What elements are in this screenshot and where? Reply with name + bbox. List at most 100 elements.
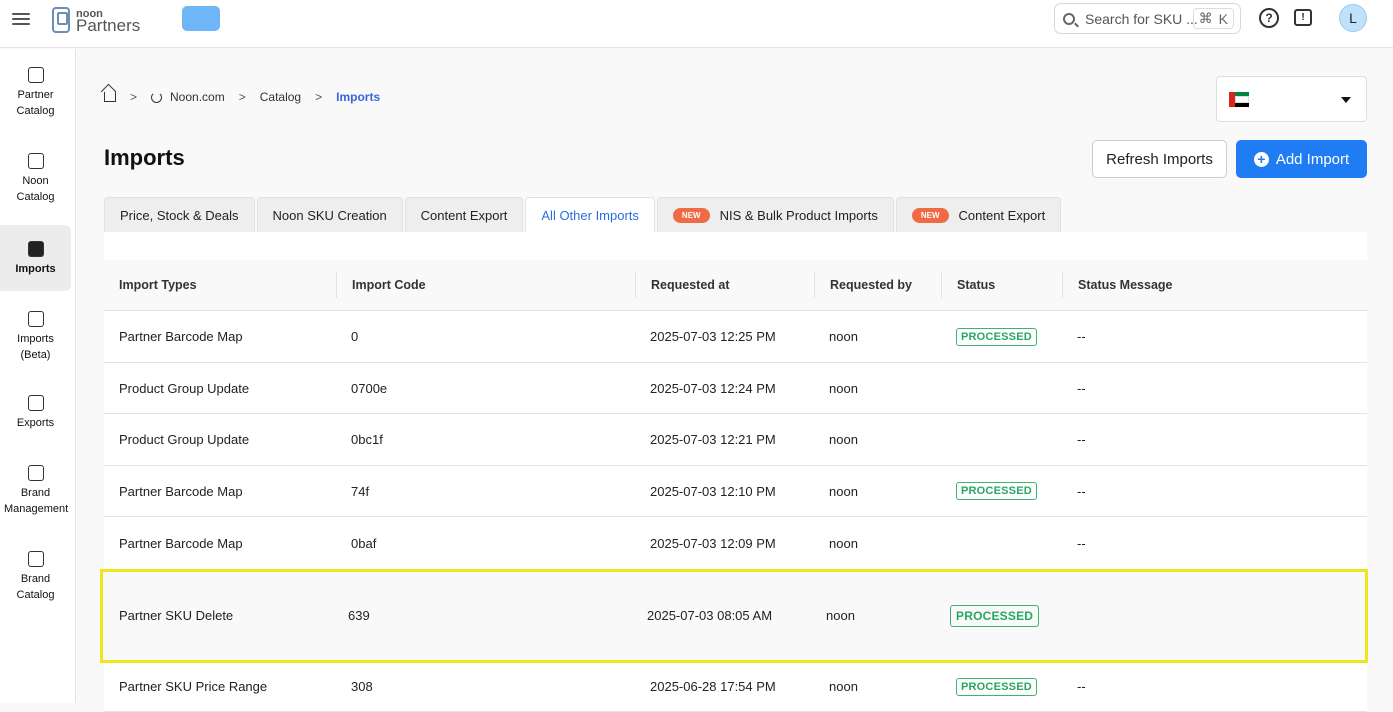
tab-nis-bulk-product-imports[interactable]: NEW NIS & Bulk Product Imports: [656, 197, 894, 232]
import-icon: [27, 241, 44, 257]
new-badge: NEW: [911, 207, 949, 223]
tab-content-export[interactable]: Content Export: [404, 197, 524, 232]
tab-label: All Other Imports: [541, 207, 639, 223]
tab-label: Price, Stock & Deals: [120, 207, 239, 223]
sidebar-item-label: Brand Catalog: [16, 573, 55, 601]
search-placeholder: Search for SKU ...: [1085, 10, 1198, 27]
table-row[interactable]: Partner Barcode Map 0 2025-07-03 12:25 P…: [104, 311, 1367, 363]
status-message-cell: --: [1077, 329, 1086, 344]
tab-content-export-new[interactable]: NEW Content Export: [895, 197, 1062, 232]
sidebar-item-brand-catalog[interactable]: Brand Catalog: [0, 551, 71, 607]
add-import-label: Add Import: [1275, 150, 1350, 168]
import-code-cell[interactable]: 639: [333, 608, 632, 623]
status-message-cell: --: [1077, 483, 1086, 499]
hamburger-menu-icon[interactable]: [12, 10, 30, 28]
table-row[interactable]: Product Group Update 0bc1f 2025-07-03 12…: [104, 414, 1367, 466]
tab-panel-header: [104, 232, 1367, 260]
search-shortcut: ⌘ K: [1192, 8, 1234, 29]
requested-by-cell: noon: [829, 535, 858, 551]
sidebar-item-noon-catalog[interactable]: Noon Catalog: [0, 153, 71, 209]
table-row-highlighted[interactable]: Partner SKU Delete 639 2025-07-03 08:05 …: [100, 569, 1368, 663]
breadcrumb: > Noon.com > Catalog > Imports: [104, 90, 380, 104]
import-code-cell[interactable]: 0700e: [336, 381, 635, 396]
top-bar: noon Partners Search for SKU ... ⌘ K ? !…: [0, 0, 1393, 48]
loading-spinner-icon: [151, 91, 163, 103]
plus-circle-icon: +: [1253, 151, 1269, 167]
requested-at-cell: 2025-07-03 12:10 PM: [650, 483, 776, 499]
status-cell: PROCESSED: [941, 677, 1062, 696]
column-header: Status: [941, 272, 1062, 298]
import-code-cell[interactable]: 0: [336, 329, 635, 344]
requested-at-cell: 2025-07-03 08:05 AM: [647, 608, 773, 623]
sidebar-item-label: Brand Management: [4, 487, 69, 515]
sidebar-item-imports-beta[interactable]: Imports (Beta): [0, 311, 71, 367]
status-cell: PROCESSED: [941, 327, 1062, 346]
status-message-cell: --: [1077, 432, 1086, 447]
logo-big-text: Partners: [76, 16, 141, 35]
table-row[interactable]: Partner SKU Price Range 308 2025-06-28 1…: [104, 662, 1367, 712]
requested-by-cell: noon: [829, 483, 858, 499]
refresh-imports-button[interactable]: Refresh Imports: [1092, 140, 1227, 178]
environment-pill[interactable]: [182, 6, 220, 31]
requested-by-cell: noon: [829, 329, 858, 344]
import-type-cell: Product Group Update: [119, 380, 250, 396]
sidebar-item-partner-catalog[interactable]: Partner Catalog: [0, 67, 71, 123]
country-select[interactable]: [1216, 76, 1367, 122]
breadcrumb-section[interactable]: Catalog: [260, 90, 301, 104]
noon-catalog-icon: [27, 153, 44, 169]
table-row[interactable]: Product Group Update 0700e 2025-07-03 12…: [104, 363, 1367, 414]
sidebar: Partner Catalog Noon Catalog Imports Imp…: [0, 49, 76, 703]
breadcrumb-current: Imports: [336, 90, 381, 104]
requested-by-cell: noon: [826, 608, 855, 623]
table-row[interactable]: Partner Barcode Map 0baf 2025-07-03 12:0…: [104, 517, 1367, 570]
requested-by-cell: noon: [829, 380, 858, 396]
chevron-right-icon: >: [238, 90, 246, 104]
status-badge: PROCESSED: [956, 327, 1037, 346]
tab-price-stock-deals[interactable]: Price, Stock & Deals: [104, 197, 255, 232]
sidebar-item-imports[interactable]: Imports: [0, 225, 71, 291]
logo-mark-icon: [52, 7, 70, 33]
add-import-button[interactable]: + Add Import: [1236, 140, 1367, 178]
requested-by-cell: noon: [829, 432, 858, 447]
sidebar-item-label: Imports (Beta): [17, 333, 54, 361]
feedback-icon[interactable]: !: [1294, 9, 1312, 26]
import-code-cell[interactable]: 308: [336, 679, 635, 694]
tab-label: Content Export: [958, 207, 1046, 223]
requested-at-cell: 2025-07-03 12:24 PM: [650, 380, 776, 396]
status-badge: PROCESSED: [956, 482, 1037, 500]
requested-at-cell: 2025-07-03 12:09 PM: [650, 535, 776, 551]
column-header: Status Message: [1062, 272, 1367, 298]
status-badge: PROCESSED: [950, 604, 1040, 627]
table-row[interactable]: Partner Barcode Map 74f 2025-07-03 12:10…: [104, 466, 1367, 517]
breadcrumb-site[interactable]: Noon.com: [170, 90, 225, 104]
home-icon[interactable]: [104, 92, 116, 102]
status-cell: PROCESSED: [938, 604, 1059, 627]
import-type-cell: Partner Barcode Map: [119, 329, 243, 344]
status-message-cell: --: [1077, 679, 1086, 694]
import-beta-icon: [27, 311, 44, 327]
uae-flag-icon: [1229, 92, 1249, 107]
search-bar[interactable]: Search for SKU ... ⌘ K: [1054, 3, 1241, 34]
avatar[interactable]: L: [1339, 4, 1367, 32]
status-message-cell: --: [1077, 380, 1086, 396]
dropdown-caret-icon: [1341, 97, 1351, 103]
sidebar-item-exports[interactable]: Exports: [0, 395, 71, 435]
import-code-cell[interactable]: 0baf: [336, 536, 635, 551]
import-type-cell: Partner Barcode Map: [119, 535, 243, 551]
noon-partners-logo[interactable]: noon Partners: [52, 4, 140, 36]
import-type-cell: Product Group Update: [119, 432, 250, 447]
page-title: Imports: [104, 145, 185, 170]
tab-noon-sku-creation[interactable]: Noon SKU Creation: [256, 197, 403, 232]
catalog-box-icon: [27, 67, 44, 83]
status-badge: PROCESSED: [956, 677, 1037, 696]
import-code-cell[interactable]: 0bc1f: [336, 432, 635, 447]
sidebar-item-brand-management[interactable]: Brand Management: [0, 465, 71, 521]
column-header: Import Code: [336, 272, 635, 298]
import-code-cell[interactable]: 74f: [336, 484, 635, 499]
import-type-cell: Partner SKU Price Range: [119, 679, 268, 694]
requested-at-cell: 2025-06-28 17:54 PM: [650, 679, 776, 694]
tab-all-other-imports[interactable]: All Other Imports: [525, 197, 655, 232]
help-icon[interactable]: ?: [1259, 8, 1279, 28]
tab-label: Noon SKU Creation: [272, 207, 387, 223]
column-header: Import Types: [119, 278, 197, 292]
